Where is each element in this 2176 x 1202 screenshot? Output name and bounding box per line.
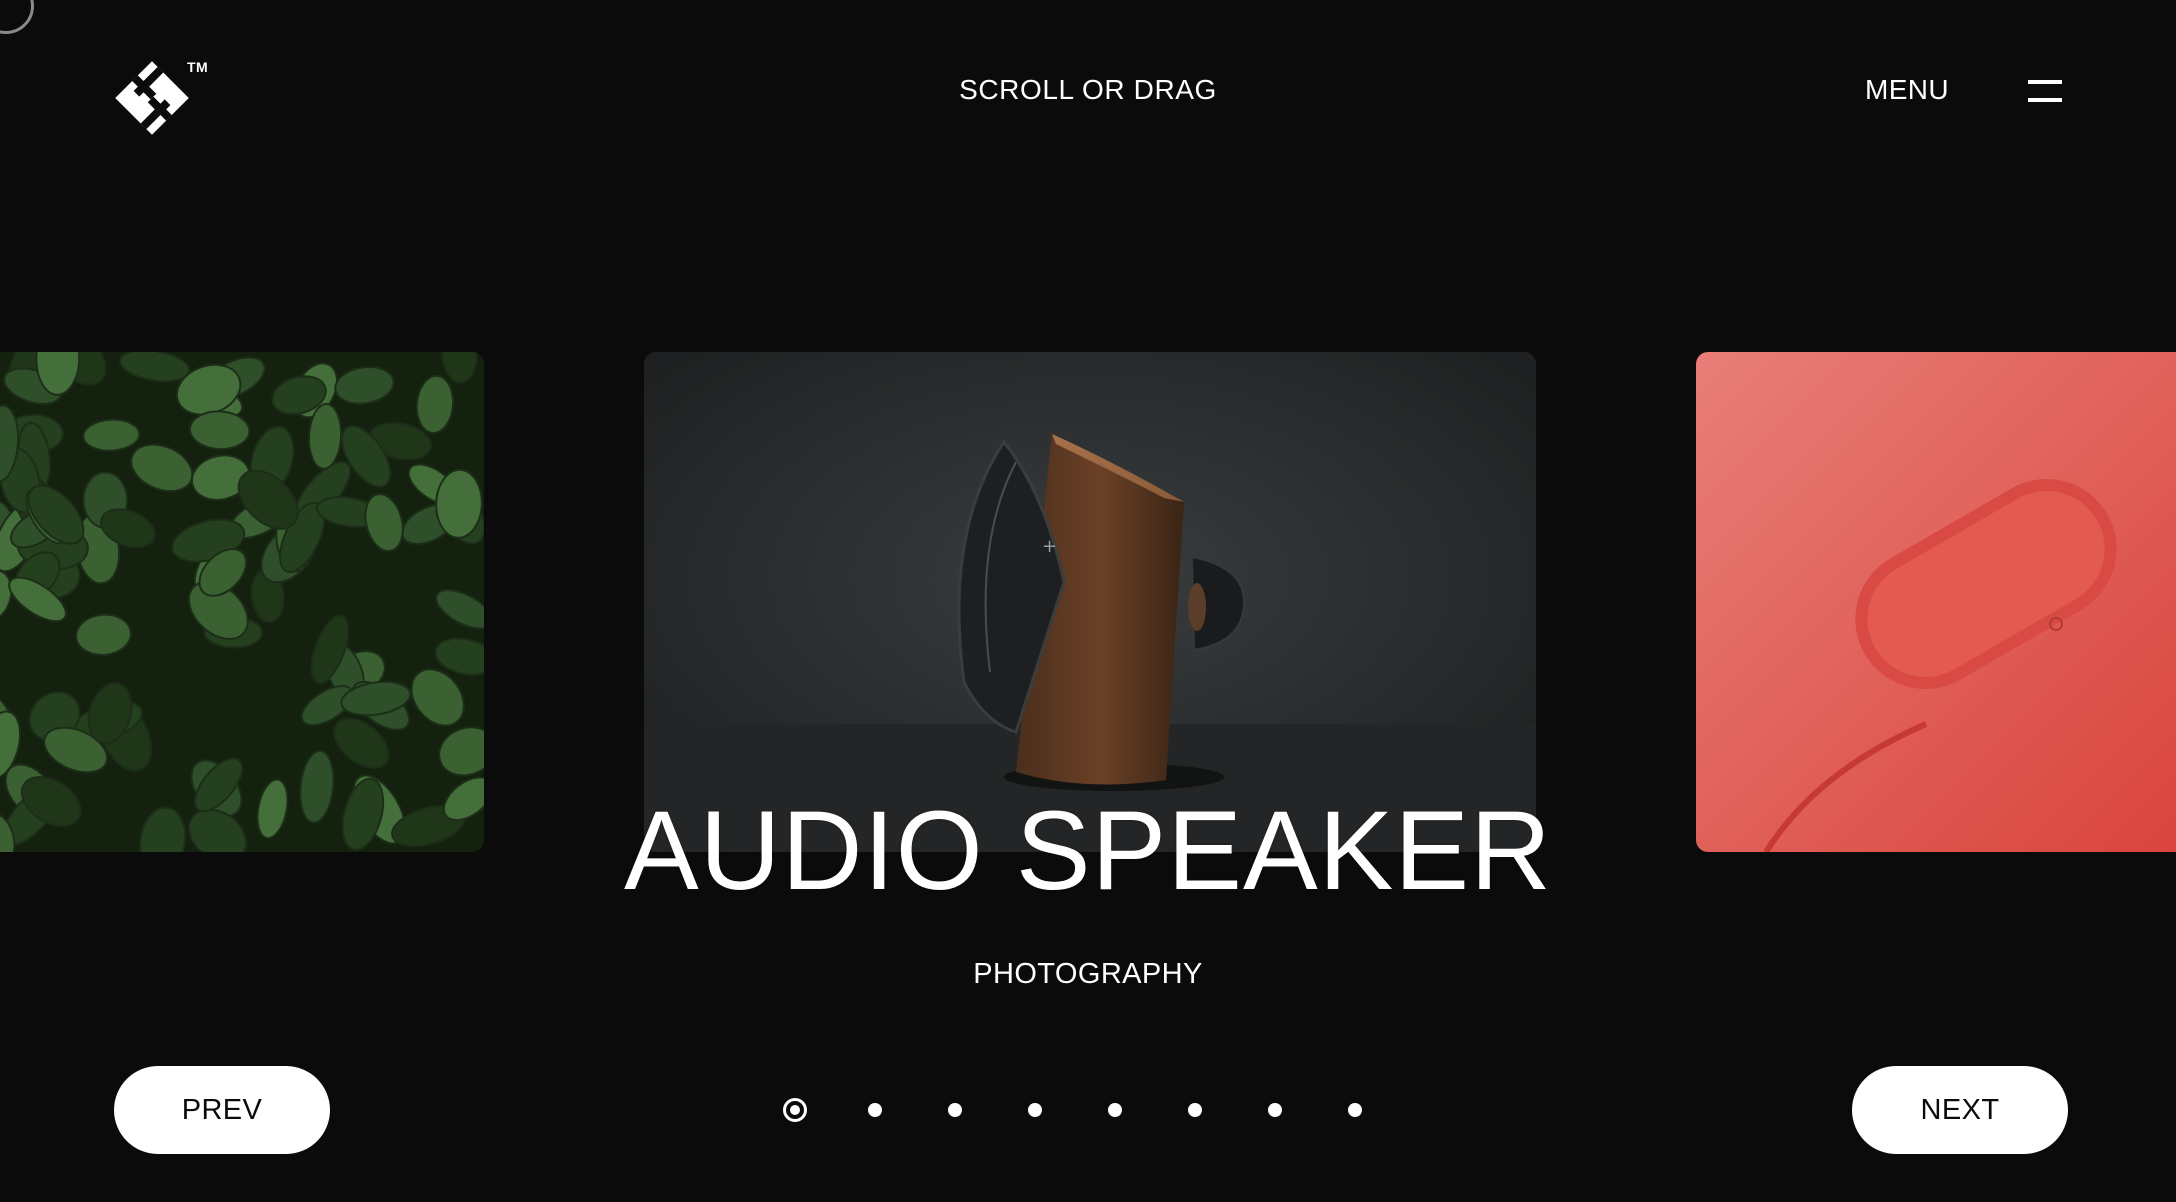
slide-charger[interactable] [1696, 352, 2176, 852]
leaves-image [0, 352, 484, 852]
pagination-dot[interactable] [783, 1098, 807, 1122]
slide-category[interactable]: PHOTOGRAPHY [0, 958, 2176, 991]
pagination-dot[interactable] [948, 1103, 962, 1117]
pagination-dot[interactable] [1108, 1103, 1122, 1117]
charger-image [1696, 352, 2176, 852]
next-button[interactable]: NEXT [1852, 1066, 2068, 1154]
pagination-dot[interactable] [1028, 1103, 1042, 1117]
scroll-hint: SCROLL OR DRAG [959, 74, 1217, 105]
trademark-label: TM [187, 59, 209, 75]
speaker-image: + [644, 352, 1536, 852]
menu-label[interactable]: MENU [1865, 74, 1949, 106]
pagination-dot[interactable] [1188, 1103, 1202, 1117]
slide-audio-speaker[interactable]: + [644, 352, 1536, 852]
slide-leaves[interactable] [0, 352, 484, 852]
cursor-ring-icon [0, 0, 34, 34]
slide-title: AUDIO SPEAKER [624, 788, 1552, 913]
prev-button[interactable]: PREV [114, 1066, 330, 1154]
hamburger-icon[interactable] [2028, 80, 2062, 106]
pagination-dot[interactable] [1268, 1103, 1282, 1117]
svg-text:+: + [1042, 536, 1057, 557]
pagination-dot[interactable] [868, 1103, 882, 1117]
pagination-dot[interactable] [1348, 1103, 1362, 1117]
